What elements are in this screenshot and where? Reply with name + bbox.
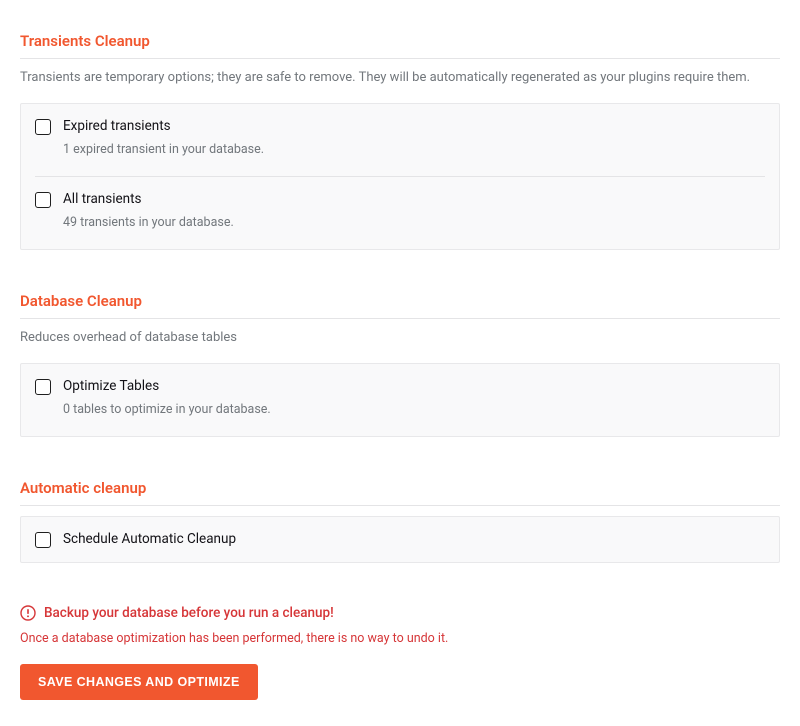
option-text: Expired transients 1 expired transient i…: [63, 118, 264, 158]
section-title-automatic: Automatic cleanup: [20, 479, 780, 497]
section-title-transients: Transients Cleanup: [20, 32, 780, 50]
option-label-all: All transients: [63, 191, 234, 209]
option-all-transients[interactable]: All transients 49 transients in your dat…: [21, 177, 779, 249]
option-box-transients: Expired transients 1 expired transient i…: [20, 103, 780, 250]
section-automatic-cleanup: Automatic cleanup Schedule Automatic Cle…: [20, 479, 780, 564]
option-schedule-cleanup[interactable]: Schedule Automatic Cleanup: [21, 517, 779, 563]
option-label-schedule: Schedule Automatic Cleanup: [63, 531, 236, 549]
option-text: All transients 49 transients in your dat…: [63, 191, 234, 231]
option-label-expired: Expired transients: [63, 118, 264, 136]
checkbox-expired-transients[interactable]: [35, 119, 51, 135]
save-changes-and-optimize-button[interactable]: SAVE CHANGES AND OPTIMIZE: [20, 664, 258, 700]
alert-icon: [20, 605, 36, 621]
divider: [20, 505, 780, 506]
section-desc-database: Reduces overhead of database tables: [20, 329, 780, 347]
section-title-database: Database Cleanup: [20, 292, 780, 310]
option-label-optimize: Optimize Tables: [63, 378, 271, 396]
option-box-database: Optimize Tables 0 tables to optimize in …: [20, 363, 780, 437]
option-expired-transients[interactable]: Expired transients 1 expired transient i…: [21, 104, 779, 176]
option-box-automatic: Schedule Automatic Cleanup: [20, 516, 780, 564]
warning-heading-line: Backup your database before you run a cl…: [20, 605, 780, 621]
section-desc-transients: Transients are temporary options; they a…: [20, 69, 780, 87]
option-optimize-tables[interactable]: Optimize Tables 0 tables to optimize in …: [21, 364, 779, 436]
section-transients-cleanup: Transients Cleanup Transients are tempor…: [20, 32, 780, 250]
option-text: Schedule Automatic Cleanup: [63, 531, 236, 549]
option-sub-all: 49 transients in your database.: [63, 215, 234, 231]
warning-sub-text: Once a database optimization has been pe…: [20, 631, 780, 646]
warning-heading-text: Backup your database before you run a cl…: [44, 605, 334, 621]
divider: [20, 58, 780, 59]
divider: [20, 318, 780, 319]
option-sub-expired: 1 expired transient in your database.: [63, 142, 264, 158]
checkbox-optimize-tables[interactable]: [35, 379, 51, 395]
checkbox-all-transients[interactable]: [35, 192, 51, 208]
checkbox-schedule-cleanup[interactable]: [35, 532, 51, 548]
option-sub-optimize: 0 tables to optimize in your database.: [63, 402, 271, 418]
option-text: Optimize Tables 0 tables to optimize in …: [63, 378, 271, 418]
section-database-cleanup: Database Cleanup Reduces overhead of dat…: [20, 292, 780, 437]
